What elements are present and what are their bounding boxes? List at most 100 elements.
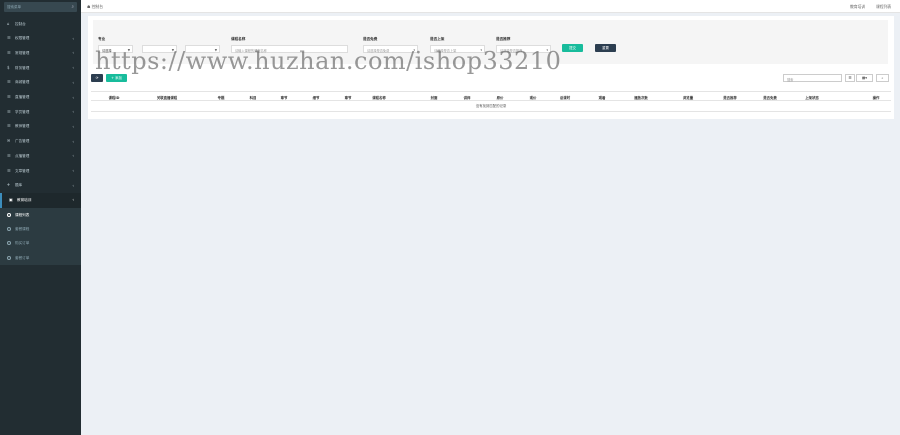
column-header[interactable]: 关联直播课程 [157,95,177,100]
sidebar-search[interactable]: 搜索菜单 ⌕ [4,2,77,12]
sidebar-item-label: 常规管理 [15,50,30,55]
sidebar-subitem-label: 购买订单 [15,241,30,246]
video-icon: ☰ [7,94,11,99]
circle-icon [7,241,11,246]
sidebar-item[interactable]: ☰ 教师管理 ‹ [0,119,81,134]
is-free-select[interactable]: 请选择是否免费 ▾ [363,45,418,53]
column-header[interactable]: 章节 [281,95,288,100]
home-icon: ⌂ [7,20,10,26]
sidebar-item-label: 广告管理 [15,139,30,144]
cart-icon: ☰ [7,79,11,85]
sidebar-item-label: 学员管理 [15,109,30,114]
chevron-left-icon: ‹ [72,168,74,173]
column-header[interactable]: 浏览量 [683,95,693,100]
column-header[interactable]: 科目 [250,95,257,100]
sidebar-item[interactable]: ☰ 点播管理 ‹ [0,149,81,164]
sidebar: 搜索菜单 ⌕ ⌂ 控制台 ☰ 权限管理 ‹ ☰ 常规管理 ‹ $ 财务管理 ‹ ☰ 商城管理 ‹ ☰ 直播管理… [0,0,81,435]
sidebar-item[interactable]: ☰ 直播管理 ‹ [0,90,81,105]
major-sub2-select[interactable]: ▼ [185,45,220,53]
sidebar-item[interactable]: ☰ 文章管理 ‹ [0,164,81,179]
sidebar-item[interactable]: ☰ 商城管理 ‹ [0,75,81,90]
is-free-label: 是否免费 [363,37,378,41]
major-label: 专业 [98,37,106,41]
user-icon: ☰ [7,108,11,114]
sidebar-subitem[interactable]: 套餐订单 [0,250,81,266]
submit-button[interactable]: 提交 [562,44,583,52]
chevron-left-icon: ‹ [72,109,74,115]
sidebar-subitem[interactable]: 套餐课程 [0,222,81,237]
major-sub-select[interactable]: ▼ [142,45,177,53]
sidebar-item-label: 财务管理 [15,65,30,70]
sidebar-subitem-label: 套餐课程 [15,227,30,231]
columns-dropdown-icon[interactable]: ▦▾ [856,74,873,82]
sidebar-item-label: 题库 [15,183,23,188]
column-header[interactable]: 是否免费 [763,95,777,100]
chevron-left-icon: ‹ [72,182,74,188]
column-header[interactable]: 封面 [431,95,438,100]
advanced-search-icon[interactable]: ⌕ [876,74,889,82]
chevron-left-icon: ‹ [72,50,74,56]
paper-plane-icon: ✈ [7,182,11,188]
column-header[interactable]: 专题 [218,95,225,100]
column-header[interactable]: 章节 [345,95,352,100]
column-header[interactable]: 细节 [313,95,320,100]
refresh-button[interactable]: ⟳ [91,74,103,82]
sidebar-item[interactable]: ☰ 学员管理 ‹ [0,105,81,120]
column-header[interactable]: 是否推荐 [723,95,737,100]
chevron-left-icon: ‹ [72,65,74,71]
chevron-left-icon: ‹ [72,123,74,129]
column-header[interactable]: 播放次数 [634,95,648,100]
column-header[interactable]: 观看 [599,95,606,100]
teacher-icon: ☰ [7,123,11,129]
table-empty-row: 没有找到匹配的记录 [91,101,891,112]
toggle-view-icon[interactable]: ☰ [845,74,855,82]
chevron-left-icon: ‹ [72,79,74,85]
sidebar-item[interactable]: ☰ 权限管理 ‹ [0,31,81,46]
column-header[interactable]: 课程名称 [372,95,386,100]
lock-icon: ☰ [7,35,11,41]
column-header[interactable]: 现价 [530,95,537,100]
sidebar-subitem[interactable]: 课程列表 [0,207,81,222]
sidebar-item[interactable]: ▣ 教育培训 ‹ [0,192,81,208]
search-icon[interactable]: ⌕ [71,4,74,10]
circle-icon [7,255,11,260]
add-button[interactable]: + 添加 [106,74,127,82]
sidebar-item[interactable]: $ 财务管理 ‹ [0,61,81,76]
caret-down-icon: ▼ [214,48,217,52]
column-header[interactable]: 课程ID [109,95,120,100]
column-header[interactable]: 操作 [873,95,880,100]
dollar-icon: $ [7,64,10,70]
is-on-select[interactable]: 请选择是否上架 ▾ [430,45,485,53]
sidebar-subitem[interactable]: 购买订单 [0,236,81,251]
is-recommend-label: 是否推荐 [496,37,511,41]
sidebar-item-label: 控制台 [15,21,26,26]
is-recommend-select[interactable]: 请选择是否推荐 ▾ [496,45,551,53]
caret-down-icon: ▾ [546,48,548,52]
sidebar-item[interactable]: ✈ 题库 ‹ [0,178,81,193]
caret-down-icon: ▼ [127,48,130,52]
course-name-label: 课程名称 [231,37,246,41]
sidebar-item-label: 权限管理 [15,36,30,41]
breadcrumb-current: 课程列表 [876,4,892,9]
column-header[interactable]: 上架状态 [805,95,819,100]
course-name-input[interactable]: 请输入课程的课程名称 [231,45,348,53]
column-header[interactable]: 原价 [497,95,504,100]
breadcrumb-home[interactable]: ☗ 控制台 [87,4,103,10]
column-header[interactable]: 讲师 [464,95,471,100]
table-search-input[interactable]: 搜索 [783,74,842,82]
major-select[interactable]: 请选择 ▼ [98,45,133,53]
table-header: 课程ID 关联直播课程 专题 科目 章节 细节 章节 课程名称 封面 讲师 原价 现价 总课时 观看 播放次… [91,91,891,101]
sidebar-item-label: 教师管理 [15,124,30,129]
column-header[interactable]: 总课时 [560,95,570,100]
caret-down-icon: ▾ [480,48,482,52]
sidebar-item[interactable]: ☰ 常规管理 ‹ [0,46,81,61]
sidebar-item[interactable]: ✉ 广告管理 ‹ [0,134,81,149]
reset-button[interactable]: 重置 [595,44,616,52]
breadcrumb-link[interactable]: 教育培训 [850,4,865,10]
top-bar: ☗ 控制台 教育培训 课程列表 [81,0,900,13]
sidebar-search-input[interactable]: 搜索菜单 [7,5,21,10]
sidebar-item[interactable]: ⌂ 控制台 [0,17,81,32]
sidebar-item-label: 直播管理 [15,95,30,99]
sidebar-subitem-label: 套餐订单 [15,255,30,260]
play-icon: ☰ [7,152,11,158]
